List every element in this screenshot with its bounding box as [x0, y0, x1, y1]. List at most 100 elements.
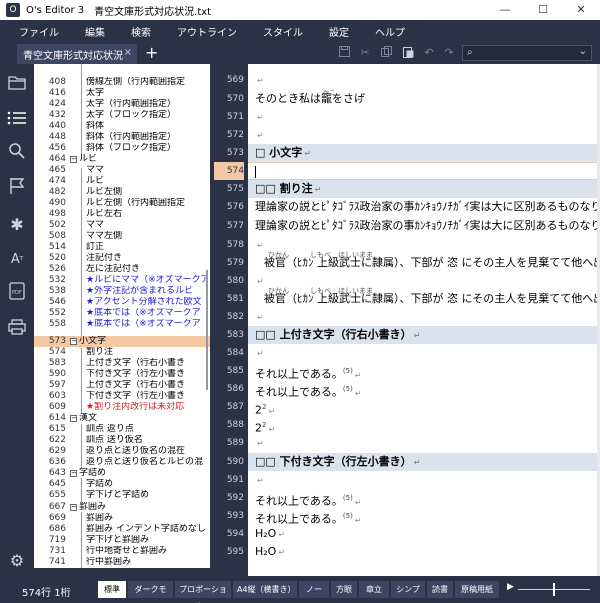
outline-item[interactable]: 546 ★アクセント分解された欧文: [34, 297, 210, 308]
outline-item[interactable]: 552 ★底本では（※オズマークア: [34, 308, 210, 319]
outline-list-icon[interactable]: [4, 107, 30, 133]
outline-item[interactable]: 464− ルビ: [34, 154, 210, 165]
style-tab-simple[interactable]: シンプル: [391, 581, 425, 603]
print-icon[interactable]: [4, 317, 30, 343]
copy-icon[interactable]: [378, 46, 394, 60]
menu-file[interactable]: ファイル: [6, 24, 72, 39]
undo-icon[interactable]: ↶: [421, 46, 437, 59]
outline-item[interactable]: 669 罫囲み: [34, 513, 210, 524]
outline-item[interactable]: 456 斜体（ブロック指定）: [34, 143, 210, 154]
outline-item[interactable]: 424 太字（行内範囲指定）: [34, 99, 210, 110]
outline-item[interactable]: 440 斜体: [34, 121, 210, 132]
style-tab-proportional[interactable]: プロポーショナル: [175, 581, 231, 603]
line-number: 582: [226, 312, 244, 322]
style-tab-chapters[interactable]: 章立て: [359, 581, 389, 603]
outline-item[interactable]: 416 太字: [34, 88, 210, 99]
outline-item[interactable]: 538 ★外字注記が含まれるルビ: [34, 286, 210, 297]
minimize-button[interactable]: —: [486, 0, 524, 20]
collapse-toggle-icon[interactable]: −: [70, 415, 77, 422]
current-editor-line[interactable]: [248, 162, 600, 180]
style-tab-manuscript[interactable]: 原稿用紙: [455, 581, 499, 598]
outline-item[interactable]: 520 注記付き: [34, 253, 210, 264]
outline-item[interactable]: 731 行中地寄せと罫囲み: [34, 546, 210, 557]
outline-item[interactable]: 502 ママ: [34, 220, 210, 231]
outline-item[interactable]: 615 訓点 返り点: [34, 424, 210, 435]
search-box[interactable]: ⌕ ⌄: [462, 45, 592, 61]
outline-item[interactable]: 482 ルビ左側: [34, 187, 210, 198]
outline-item[interactable]: 474 ルビ: [34, 176, 210, 187]
outline-item[interactable]: 622 訓点 送り仮名: [34, 435, 210, 446]
menu-outline[interactable]: アウトライン: [164, 24, 250, 39]
collapse-toggle-icon[interactable]: −: [70, 338, 77, 345]
style-tab-note[interactable]: ノート: [299, 581, 329, 603]
outline-item[interactable]: 636 返り点と送り仮名とルビの混: [34, 457, 210, 468]
outline-item[interactable]: 514 訂正: [34, 242, 210, 253]
close-tab-icon[interactable]: ×: [124, 47, 132, 58]
outline-item[interactable]: 597 上付き文字（行右小書き: [34, 380, 210, 391]
flag-icon[interactable]: [4, 177, 30, 203]
style-tab-a4[interactable]: A4縦（横書き）: [233, 581, 297, 598]
outline-item[interactable]: 490 ルビ左側（行内範囲指定: [34, 198, 210, 209]
settings-icon[interactable]: ⚙: [4, 548, 30, 574]
pdf-icon[interactable]: PDF: [4, 282, 30, 308]
editor-body[interactable]: ↵ そのとき私は籠をさげかご↵ ↵ ↵ □ 小文字 ↵ □□ 割り注 ↵ 理論家の説…: [248, 64, 600, 576]
app-logo-icon: O: [6, 3, 20, 17]
outline-item[interactable]: 408 傍線左側（行内範囲指定: [34, 77, 210, 88]
outline-item[interactable]: 719 字下げと罫囲み: [34, 535, 210, 546]
svg-text:PDF: PDF: [12, 290, 22, 296]
paste-icon[interactable]: [400, 46, 416, 61]
more-styles-icon[interactable]: ▶: [507, 582, 514, 592]
outline-item[interactable]: 574 割り注: [34, 347, 210, 358]
outline-item[interactable]: 590 下付き文字（行左小書き: [34, 369, 210, 380]
outline-item[interactable]: 558 ★底本では（※オズマークア: [34, 319, 210, 330]
close-window-button[interactable]: ✕: [562, 0, 600, 20]
zoom-slider-thumb[interactable]: [553, 583, 555, 596]
outline-item[interactable]: 583 上付き文字（行右小書き: [34, 358, 210, 369]
menu-edit[interactable]: 編集: [72, 24, 118, 39]
style-tab-dark-mode[interactable]: ダークモード: [128, 581, 173, 603]
search-dropdown-icon[interactable]: ⌄: [579, 46, 587, 57]
outline-item[interactable]: 655 字下げと字詰め: [34, 490, 210, 501]
font-size-icon[interactable]: Aᵀ: [4, 247, 30, 273]
outline-item[interactable]: 609 ★割り注内改行は未対応: [34, 402, 210, 413]
outline-scrollbar[interactable]: [206, 270, 208, 390]
outline-item[interactable]: 614− 漢文: [34, 413, 210, 424]
redo-icon[interactable]: ↷: [441, 46, 457, 59]
outline-item[interactable]: 526 左に注記付き: [34, 264, 210, 275]
add-tab-button[interactable]: +: [145, 43, 158, 62]
outline-item[interactable]: 532 ★ルビにママ（※オズマークア: [34, 275, 210, 286]
cut-icon[interactable]: ✂: [357, 46, 373, 59]
outline-item[interactable]: 686 罫囲み インデント字詰めなし: [34, 524, 210, 535]
maximize-button[interactable]: ☐: [524, 0, 562, 20]
outline-item[interactable]: 643− 字詰め: [34, 468, 210, 479]
editor-line: そのとき私は籠をさげかご↵: [255, 90, 365, 105]
outline-item[interactable]: 629 返り点と送り仮名の混在: [34, 446, 210, 457]
outline-item[interactable]: 498 ルビ左右: [34, 209, 210, 220]
outline-item[interactable]: 603 下付き文字（行左小書き: [34, 391, 210, 402]
outline-item[interactable]: 448 斜体（行内範囲指定）: [34, 132, 210, 143]
search-icon[interactable]: [4, 142, 30, 168]
line-number: 577: [226, 221, 244, 231]
text-editor[interactable]: 569 570 571 572 573 574 575 576 577 578 …: [210, 64, 600, 576]
folder-icon[interactable]: [4, 72, 30, 98]
outline-item[interactable]: 432 太字（ブロック指定）: [34, 110, 210, 121]
style-tab-standard[interactable]: 標準: [98, 581, 126, 598]
outline-item[interactable]: 465 ママ: [34, 165, 210, 176]
outline-item[interactable]: 508 ママ左側: [34, 231, 210, 242]
collapse-toggle-icon[interactable]: −: [70, 504, 77, 511]
menu-search[interactable]: 検索: [118, 24, 164, 39]
collapse-toggle-icon[interactable]: −: [70, 156, 77, 163]
outline-item[interactable]: 645 字詰め: [34, 479, 210, 490]
collapse-toggle-icon[interactable]: −: [70, 470, 77, 477]
menu-settings[interactable]: 設定: [316, 24, 362, 39]
outline-item-selected[interactable]: 573− 小文字: [34, 336, 210, 347]
style-tab-reading[interactable]: 読書: [427, 581, 453, 598]
style-tab-grid[interactable]: 方眼: [331, 581, 357, 598]
save-icon[interactable]: [336, 46, 352, 60]
menu-help[interactable]: ヘルプ: [362, 24, 418, 39]
asterisk-icon[interactable]: ✱: [4, 212, 30, 238]
outline-item[interactable]: 741 行中罫囲み: [34, 557, 210, 568]
outline-item[interactable]: 667− 罫囲み: [34, 502, 210, 513]
menu-style[interactable]: スタイル: [250, 24, 316, 39]
document-tab[interactable]: 青空文庫形式対応状況 ×: [17, 44, 137, 64]
